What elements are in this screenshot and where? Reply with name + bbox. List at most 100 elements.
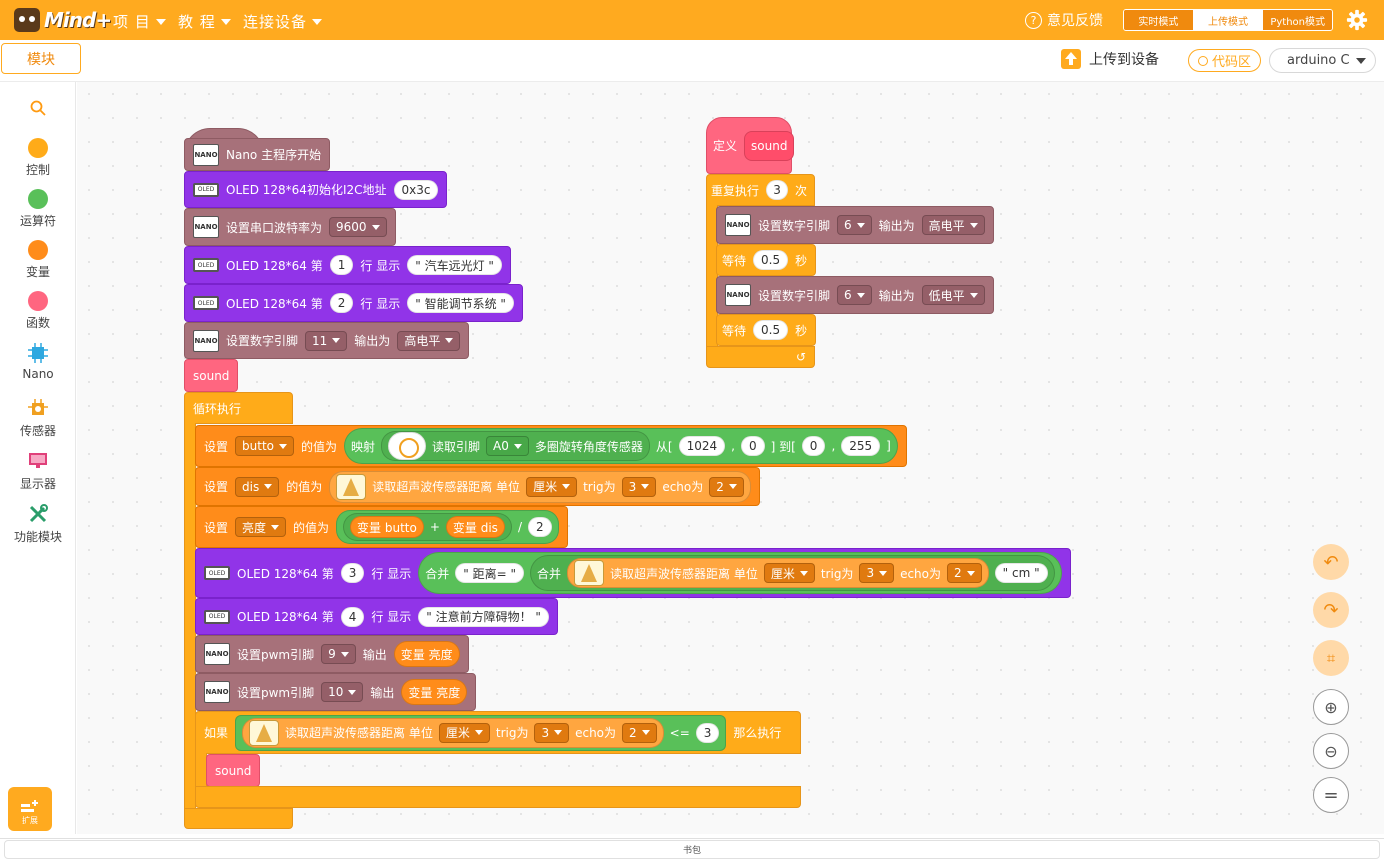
repeat-block[interactable]: 重复执行 3 次 — [706, 174, 815, 206]
read-pin-reporter[interactable]: 读取引脚 A0 多圈旋转角度传感器 — [381, 431, 650, 461]
pwm-pin10-block[interactable]: NANO 设置pwm引脚 10 输出 变量 亮度 — [195, 673, 477, 711]
digital-pin6-high-block[interactable]: NANO 设置数字引脚 6 输出为 高电平 — [716, 206, 994, 244]
category-nano[interactable]: Nano — [0, 342, 76, 381]
variable-dropdown[interactable]: 亮度 — [235, 517, 287, 537]
redo-button[interactable]: ↷ — [1313, 592, 1349, 628]
text-input[interactable]: " 智能调节系统 " — [407, 293, 514, 313]
category-operators[interactable]: 运算符 — [0, 189, 76, 229]
text-input[interactable]: " cm " — [994, 563, 1048, 583]
variable-brightness-reporter[interactable]: 变量 亮度 — [393, 641, 460, 667]
if-then-block[interactable]: 如果 读取超声波传感器距离 单位 厘米 trig为 3 echo为 2 <= 3… — [195, 711, 801, 754]
code-area-button[interactable]: 代码区 — [1188, 49, 1261, 72]
repeat-count-input[interactable]: 3 — [766, 180, 789, 200]
oled-line4-block[interactable]: OLED OLED 128*64 第 4 行 显示 " 注意前方障碍物！ " — [195, 598, 558, 635]
trig-pin-dropdown[interactable]: 3 — [859, 563, 895, 583]
variable-dropdown[interactable]: butto — [235, 436, 294, 456]
set-butto-block[interactable]: 设置 butto 的值为 映射 读取引脚 A0 多圈旋转角度传感器 从[ 102… — [195, 425, 907, 467]
baud-rate-dropdown[interactable]: 9600 — [329, 217, 387, 237]
category-displays[interactable]: 显示器 — [0, 450, 76, 492]
to-max-input[interactable]: 255 — [841, 436, 881, 456]
level-dropdown[interactable]: 低电平 — [921, 285, 985, 305]
from-max-input[interactable]: 0 — [740, 436, 765, 456]
oled-line3-block[interactable]: OLED OLED 128*64 第 3 行 显示 合并 " 距离= " 合并 … — [195, 548, 1071, 598]
call-sound-block[interactable]: sound — [184, 359, 239, 392]
wait-block[interactable]: 等待 0.5 秒 — [716, 314, 817, 346]
pwm-pin9-block[interactable]: NANO 设置pwm引脚 9 输出 变量 亮度 — [195, 635, 469, 673]
gear-icon[interactable] — [1346, 9, 1368, 31]
pin-dropdown[interactable]: 6 — [837, 215, 872, 235]
function-name[interactable]: sound — [744, 130, 795, 161]
menu-connect-device[interactable]: 连接设备 — [243, 11, 323, 32]
line-number-input[interactable]: 4 — [340, 606, 365, 627]
search-icon[interactable] — [30, 100, 46, 116]
upload-to-device-button[interactable]: 上传到设备 — [1061, 49, 1159, 69]
serial-baud-block[interactable]: NANO 设置串口波特率为 9600 — [184, 208, 396, 246]
trig-pin-dropdown[interactable]: 3 — [621, 476, 657, 497]
from-min-input[interactable]: 1024 — [678, 436, 726, 456]
main-program-start-block[interactable]: NANO Nano 主程序开始 — [184, 138, 331, 171]
menu-tutorial[interactable]: 教 程 — [178, 11, 231, 32]
compare-reporter[interactable]: 读取超声波传感器距离 单位 厘米 trig为 3 echo为 2 <= 3 — [235, 714, 727, 751]
ultrasonic-reporter[interactable]: 读取超声波传感器距离 单位 厘米 trig为 3 echo为 2 — [242, 717, 664, 748]
variable-dropdown[interactable]: dis — [235, 476, 280, 497]
text-input[interactable]: " 汽车远光灯 " — [407, 255, 502, 275]
text-input[interactable]: " 距离= " — [455, 563, 524, 583]
app-logo[interactable]: Mind+ — [14, 7, 112, 33]
call-sound-block[interactable]: sound — [206, 754, 261, 787]
wait-block[interactable]: 等待 0.5 秒 — [716, 244, 817, 276]
line-number-input[interactable]: 2 — [329, 293, 354, 313]
add-reporter[interactable]: 变量 butto + 变量 dis — [343, 513, 512, 541]
category-control[interactable]: 控制 — [0, 138, 76, 178]
digital-pin-block[interactable]: NANO 设置数字引脚 11 输出为 高电平 — [184, 322, 470, 359]
set-brightness-block[interactable]: 设置 亮度 的值为 变量 butto + 变量 dis / 2 — [195, 506, 568, 548]
pin-dropdown[interactable]: 10 — [321, 682, 364, 702]
define-sound-block[interactable]: 定义 sound — [706, 117, 795, 174]
bookbag-drawer[interactable]: 书包 — [4, 840, 1380, 859]
level-dropdown[interactable]: 高电平 — [397, 330, 461, 351]
set-dis-block[interactable]: 设置 dis 的值为 读取超声波传感器距离 单位 厘米 trig为 3 echo… — [195, 467, 760, 506]
line-number-input[interactable]: 1 — [329, 255, 354, 275]
pin-dropdown[interactable]: 6 — [837, 285, 872, 305]
menu-project[interactable]: 项 目 — [113, 11, 166, 32]
unit-dropdown[interactable]: 厘米 — [763, 563, 815, 583]
crop-button[interactable]: ⌗ — [1313, 640, 1349, 676]
mode-upload[interactable]: 上传模式 — [1193, 10, 1264, 30]
unit-dropdown[interactable]: 厘米 — [438, 722, 490, 743]
mode-python[interactable]: Python模式 — [1263, 10, 1332, 30]
zoom-out-button[interactable]: ⊖ — [1313, 733, 1349, 769]
undo-button[interactable]: ↶ — [1313, 544, 1349, 580]
category-variables[interactable]: 变量 — [0, 240, 76, 280]
level-dropdown[interactable]: 高电平 — [921, 215, 985, 235]
extension-button[interactable]: 扩展 — [8, 787, 52, 831]
echo-pin-dropdown[interactable]: 2 — [709, 476, 744, 497]
unit-dropdown[interactable]: 厘米 — [526, 476, 578, 497]
digital-pin6-low-block[interactable]: NANO 设置数字引脚 6 输出为 低电平 — [716, 276, 994, 314]
oled-line2-block[interactable]: OLED OLED 128*64 第 2 行 显示 " 智能调节系统 " — [184, 284, 523, 322]
variable-butto-reporter[interactable]: 变量 butto — [350, 516, 424, 538]
tab-blocks[interactable]: 模块 — [1, 43, 81, 74]
echo-pin-dropdown[interactable]: 2 — [622, 722, 657, 743]
zoom-reset-button[interactable]: = — [1313, 777, 1349, 813]
map-reporter[interactable]: 映射 读取引脚 A0 多圈旋转角度传感器 从[ 1024 , 0 ] 到[ 0 … — [344, 428, 898, 464]
line-number-input[interactable]: 3 — [340, 563, 365, 583]
variable-dis-reporter[interactable]: 变量 dis — [445, 516, 505, 538]
seconds-input[interactable]: 0.5 — [753, 320, 789, 340]
divide-reporter[interactable]: 变量 butto + 变量 dis / 2 — [336, 510, 559, 544]
divisor-input[interactable]: 2 — [527, 517, 552, 537]
echo-pin-dropdown[interactable]: 2 — [947, 563, 982, 583]
mode-realtime[interactable]: 实时模式 — [1124, 10, 1194, 30]
category-function-modules[interactable]: 功能模块 — [0, 503, 76, 545]
ultrasonic-reporter[interactable]: 读取超声波传感器距离 单位 厘米 trig为 3 echo为 2 — [567, 558, 989, 588]
feedback-button[interactable]: ? 意见反馈 — [1025, 10, 1103, 30]
seconds-input[interactable]: 0.5 — [753, 250, 789, 270]
pin-dropdown[interactable]: A0 — [486, 436, 529, 456]
category-functions[interactable]: 函数 — [0, 291, 76, 331]
join-reporter[interactable]: 合并 " 距离= " 合并 读取超声波传感器距离 单位 厘米 trig为 3 e… — [418, 552, 1062, 594]
pin-dropdown[interactable]: 9 — [321, 644, 356, 664]
join-inner-reporter[interactable]: 合并 读取超声波传感器距离 单位 厘米 trig为 3 echo为 2 " cm… — [529, 555, 1055, 591]
i2c-address-input[interactable]: 0x3c — [393, 179, 439, 200]
language-select[interactable]: arduino C — [1269, 48, 1376, 73]
forever-loop-block[interactable]: 循环执行 — [184, 392, 293, 424]
variable-brightness-reporter[interactable]: 变量 亮度 — [401, 679, 468, 705]
pin-dropdown[interactable]: 11 — [305, 330, 348, 351]
